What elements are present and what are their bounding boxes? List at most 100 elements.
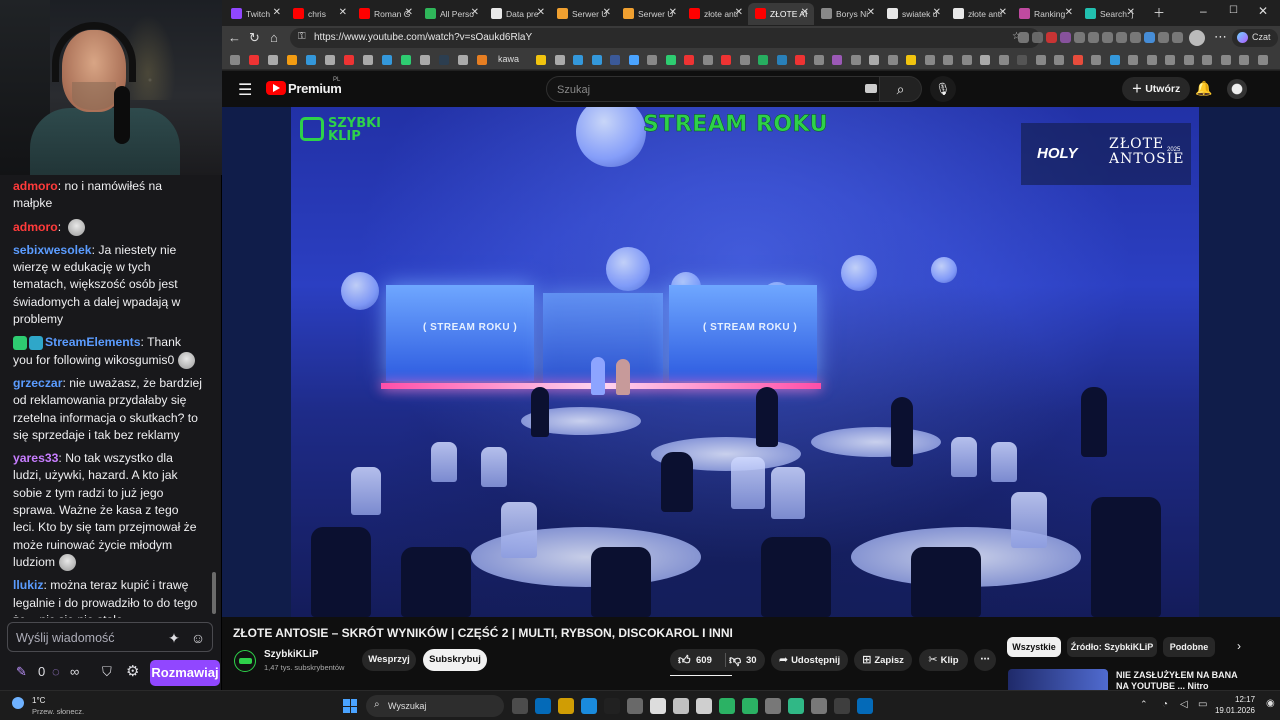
- tab-close-icon[interactable]: ✕: [339, 7, 347, 18]
- chat-message-input[interactable]: [16, 629, 166, 647]
- home-icon[interactable]: ⌂: [270, 30, 278, 45]
- taskbar-app-icon[interactable]: [627, 698, 643, 714]
- bookmark-icon[interactable]: [306, 55, 316, 65]
- bookmark-icon[interactable]: [1183, 55, 1194, 65]
- like-count[interactable]: 609: [696, 655, 712, 666]
- extension-icon[interactable]: [1046, 32, 1057, 43]
- notification-icon[interactable]: ◉: [1266, 698, 1275, 709]
- tab-close-icon[interactable]: ✕: [933, 7, 941, 18]
- browser-tab[interactable]: złote anti ✕: [946, 3, 1012, 25]
- extension-icon[interactable]: [1144, 32, 1155, 43]
- account-avatar[interactable]: [1227, 79, 1247, 99]
- sparkle-icon[interactable]: ✦: [166, 630, 182, 646]
- tab-close-icon[interactable]: ✕: [999, 7, 1007, 18]
- chat-username[interactable]: llukiz: [13, 578, 43, 592]
- browser-tab[interactable]: Roman G ✕: [352, 3, 418, 25]
- bookmark-icon[interactable]: [268, 55, 278, 65]
- create-button[interactable]: ＋ Utwórz: [1122, 77, 1190, 101]
- youtube-brand[interactable]: Premium: [288, 81, 342, 96]
- share-button[interactable]: ➦ Udostępnij: [771, 649, 848, 671]
- bookmark-icon[interactable]: [1128, 55, 1138, 65]
- bookmark-icon[interactable]: [477, 55, 487, 65]
- bookmark-icon[interactable]: [249, 55, 259, 65]
- browser-tab[interactable]: All Perso ✕: [418, 3, 484, 25]
- back-icon[interactable]: ←: [228, 30, 241, 45]
- bookmark-icon[interactable]: [401, 55, 411, 65]
- bookmark-icon[interactable]: [721, 55, 731, 65]
- dislike-button[interactable]: 👎︎: [729, 653, 741, 668]
- points-icon[interactable]: ◌: [52, 664, 60, 679]
- bookmark-icon[interactable]: [1017, 55, 1027, 65]
- extension-icon[interactable]: [1074, 32, 1085, 43]
- bookmark-icon[interactable]: [1202, 55, 1212, 65]
- bookmark-icon[interactable]: [665, 55, 676, 65]
- channel-points[interactable]: 0: [38, 664, 45, 679]
- extension-icon[interactable]: [1060, 32, 1071, 43]
- tab-close-icon[interactable]: ✕: [867, 7, 875, 18]
- notifications-bell-icon[interactable]: 🔔: [1195, 80, 1212, 97]
- taskbar-app-icon[interactable]: [719, 698, 735, 714]
- browser-tab[interactable]: ZŁOTE AI ✕: [748, 3, 814, 25]
- bookmark-icon[interactable]: [980, 55, 990, 65]
- bookmark-icon[interactable]: [702, 55, 713, 65]
- clock-time[interactable]: 12:17: [1235, 695, 1255, 704]
- chevron-right-icon[interactable]: ›: [1237, 639, 1241, 653]
- hamburger-menu-icon[interactable]: ☰: [238, 80, 252, 100]
- channel-avatar[interactable]: [234, 650, 256, 672]
- taskbar-app-icon[interactable]: [857, 698, 873, 714]
- channel-name[interactable]: SzybkiKLiP: [264, 649, 318, 660]
- browser-tab[interactable]: Ranking ✕: [1012, 3, 1078, 25]
- clip-button[interactable]: ✂ Klip: [919, 649, 968, 671]
- tab-close-icon[interactable]: ✕: [603, 7, 611, 18]
- voice-search-button[interactable]: 🎙: [930, 76, 956, 102]
- bookmark-icon[interactable]: [739, 55, 750, 65]
- menu-dots-icon[interactable]: ⋯: [1214, 29, 1227, 45]
- url-text[interactable]: https://www.youtube.com/watch?v=sOaukd6R…: [314, 32, 532, 43]
- bookmark-icon[interactable]: [869, 55, 879, 65]
- weather-temperature[interactable]: 1°C: [32, 696, 45, 705]
- search-button[interactable]: ⌕: [880, 76, 922, 102]
- chat-username[interactable]: sebixwesolek: [13, 243, 92, 257]
- weather-description[interactable]: Przew. słonecz.: [32, 707, 84, 716]
- bookmark-icon[interactable]: [850, 55, 861, 65]
- minimize-button[interactable]: –: [1200, 4, 1207, 18]
- close-window-button[interactable]: ✕: [1258, 4, 1268, 18]
- dislike-count[interactable]: 30: [746, 655, 757, 666]
- bookmark-icon[interactable]: [1165, 55, 1175, 65]
- bookmark-icon[interactable]: [1091, 55, 1101, 65]
- keyboard-icon[interactable]: [865, 84, 877, 93]
- taskbar-app-icon[interactable]: [604, 698, 620, 714]
- browser-tab[interactable]: swiatek u ✕: [880, 3, 946, 25]
- clock-date[interactable]: 19.01.2026: [1214, 706, 1255, 715]
- like-button[interactable]: 👍︎: [678, 653, 691, 668]
- tab-close-icon[interactable]: ✕: [1127, 7, 1135, 18]
- bookmark-icon[interactable]: [998, 55, 1009, 65]
- chat-send-button[interactable]: Rozmawiaj: [150, 660, 220, 686]
- tab-close-icon[interactable]: ✕: [273, 7, 281, 18]
- browser-tab[interactable]: chris ✕: [286, 3, 352, 25]
- recommended-video-thumbnail[interactable]: [1008, 669, 1108, 690]
- video-frame[interactable]: ( STREAM ROKU ) ( STREAM ROKU ) SZYBKI K…: [291, 107, 1199, 617]
- url-field[interactable]: ⚿ https://www.youtube.com/watch?v=sOaukd…: [290, 28, 1040, 48]
- bookmark-icon[interactable]: [1146, 55, 1157, 65]
- taskbar-app-icon[interactable]: [742, 698, 758, 714]
- bookmark-icon[interactable]: [795, 55, 805, 65]
- copilot-chat-button[interactable]: Czat: [1232, 29, 1278, 47]
- taskbar-app-icon[interactable]: [765, 698, 781, 714]
- tab-close-icon[interactable]: ✕: [405, 7, 413, 18]
- chat-username[interactable]: yares33: [13, 451, 58, 465]
- battery-icon[interactable]: ▭: [1198, 699, 1207, 710]
- bookmark-icon[interactable]: [1035, 55, 1046, 65]
- bookmark-icon[interactable]: [924, 55, 935, 65]
- video-player[interactable]: ( STREAM ROKU ) ( STREAM ROKU ) SZYBKI K…: [222, 107, 1280, 617]
- extension-icon[interactable]: [1102, 32, 1113, 43]
- taskbar-app-icon[interactable]: [811, 698, 827, 714]
- support-button[interactable]: Wesprzyj: [362, 649, 416, 671]
- taskbar-app-icon[interactable]: [535, 698, 551, 714]
- browser-tab[interactable]: Twitch ✕: [224, 3, 286, 25]
- extension-icon[interactable]: [1130, 32, 1141, 43]
- mod-badge-icon[interactable]: [13, 336, 27, 351]
- bookmark-icon[interactable]: [887, 55, 898, 65]
- browser-tab[interactable]: Serwer U ✕: [550, 3, 616, 25]
- bookmark-icon[interactable]: [1220, 55, 1231, 65]
